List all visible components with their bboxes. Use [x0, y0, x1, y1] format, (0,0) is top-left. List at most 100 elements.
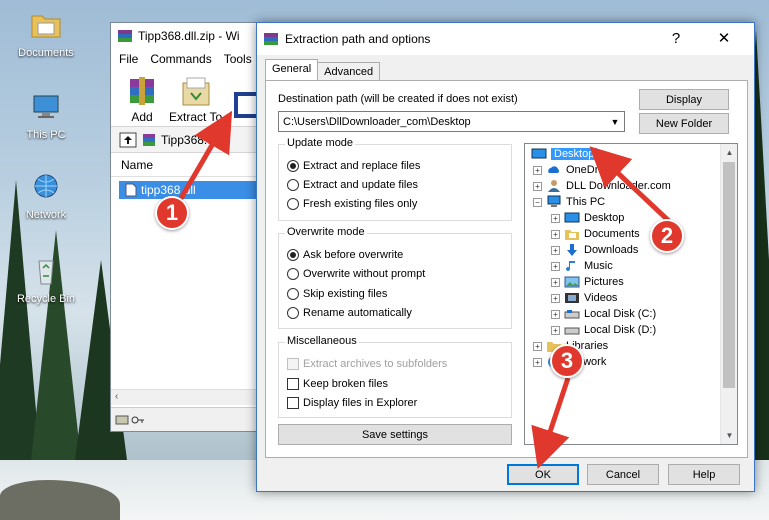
radio-ask-before-overwrite[interactable]: Ask before overwrite [287, 249, 403, 261]
option-label: Display files in Explorer [303, 397, 418, 409]
tab-general[interactable]: General [265, 59, 319, 81]
destination-path-label: Destination path (will be created if doe… [278, 93, 518, 105]
tree-item-documents[interactable]: + Documents [551, 226, 640, 242]
display-button[interactable]: Display [639, 89, 729, 110]
cancel-button[interactable]: Cancel [587, 464, 659, 485]
radio-skip-existing[interactable]: Skip existing files [287, 288, 387, 300]
tree-item-onedrive[interactable]: + OneDrive [533, 162, 612, 178]
tab-advanced[interactable]: Advanced [317, 62, 381, 81]
destination-path-input[interactable]: C:\Users\DllDownloader_com\Desktop ▼ [278, 111, 625, 132]
collapse-icon[interactable]: − [533, 197, 542, 207]
radio-overwrite-without-prompt[interactable]: Overwrite without prompt [287, 268, 425, 280]
tree-item-desktop[interactable]: Desktop [531, 146, 598, 162]
tree-vertical-scrollbar[interactable]: ▲ ▼ [720, 144, 737, 444]
desktop-icon-network[interactable]: Network [8, 172, 84, 221]
checkbox-icon [287, 358, 299, 370]
desktop-icon [531, 148, 547, 159]
expand-icon[interactable]: + [533, 357, 542, 367]
tree-item-local-disk-d[interactable]: + Local Disk (D:) [551, 322, 656, 338]
expand-icon[interactable]: + [533, 181, 542, 191]
tree-label: This PC [566, 196, 606, 208]
tree-item-user[interactable]: + DLL Downloader.com [533, 178, 671, 194]
radio-icon [287, 288, 299, 300]
file-icon [125, 183, 137, 197]
add-button[interactable]: Add [123, 75, 161, 126]
file-name: tipp368.dll [141, 183, 196, 197]
scroll-down-icon[interactable]: ▼ [721, 427, 737, 444]
expand-icon[interactable]: + [551, 325, 560, 335]
expand-icon[interactable]: + [551, 293, 560, 303]
tree-label: Documents [584, 228, 640, 240]
tree-label: OneDrive [566, 164, 613, 176]
cloud-icon [548, 166, 559, 173]
chevron-down-icon[interactable]: ▼ [606, 112, 624, 131]
drive-key-icon [115, 415, 144, 425]
column-header-name[interactable]: Name [111, 153, 269, 177]
dialog-tabs: General Advanced [265, 59, 381, 81]
menu-file[interactable]: File [119, 52, 138, 66]
extract-to-button[interactable]: Extract To [169, 75, 222, 126]
check-keep-broken-files[interactable]: Keep broken files [287, 378, 388, 390]
tree-label: Local Disk (D:) [584, 324, 657, 336]
expand-icon[interactable]: + [551, 213, 560, 223]
videos-icon [565, 293, 579, 303]
radio-selected-icon [287, 249, 299, 261]
desktop-icon-recycle-bin[interactable]: Recycle Bin [8, 256, 84, 305]
recycle-bin-icon [38, 260, 54, 285]
scroll-thumb[interactable] [723, 162, 735, 388]
up-folder-icon[interactable] [119, 132, 137, 148]
menu-tools[interactable]: Tools [224, 52, 252, 66]
drive-icon [564, 327, 580, 335]
expand-icon[interactable]: + [551, 229, 560, 239]
desktop-icon-this-pc[interactable]: This PC [8, 92, 84, 141]
close-icon: ✕ [717, 30, 731, 47]
expand-icon[interactable]: + [551, 261, 560, 271]
new-folder-button[interactable]: New Folder [639, 113, 729, 134]
step-3-badge: 3 [550, 344, 584, 378]
expand-icon[interactable]: + [533, 165, 542, 175]
tree-label: Local Disk (C:) [584, 308, 657, 320]
close-button[interactable]: ✕ [702, 23, 746, 53]
expand-icon[interactable]: + [533, 341, 542, 351]
winrar-app-icon [264, 33, 278, 45]
radio-rename-automatically[interactable]: Rename automatically [287, 307, 412, 319]
winrar-pathbar: Tipp368.dll [111, 127, 269, 153]
miscellaneous-title: Miscellaneous [285, 335, 359, 347]
scroll-up-icon[interactable]: ▲ [721, 144, 737, 161]
tree-item-music[interactable]: + Music [551, 258, 613, 274]
help-icon: ? [671, 29, 681, 47]
tree-item-this-pc[interactable]: − This PC [533, 194, 605, 210]
help-title-button[interactable]: ? [654, 23, 698, 53]
download-icon [567, 244, 577, 256]
save-settings-button[interactable]: Save settings [278, 424, 512, 445]
option-label: Fresh existing files only [303, 198, 418, 210]
tree-item-local-disk-c[interactable]: + Local Disk (C:) [551, 306, 656, 322]
desktop-icon-label: Recycle Bin [16, 293, 76, 305]
tree-item-pictures[interactable]: + Pictures [551, 274, 624, 290]
file-row-selected[interactable]: tipp368.dll [119, 181, 269, 199]
scroll-left-icon[interactable]: ‹ [115, 391, 118, 402]
expand-icon[interactable]: + [551, 277, 560, 287]
tree-item-videos[interactable]: + Videos [551, 290, 617, 306]
computer-icon [33, 95, 59, 118]
overwrite-mode-group: Overwrite mode Ask before overwrite Over… [278, 226, 512, 329]
check-extract-to-subfolders: Extract archives to subfolders [287, 358, 447, 370]
help-button[interactable]: Help [668, 464, 740, 485]
desktop-icon-documents[interactable]: Documents [8, 10, 84, 59]
radio-fresh-existing[interactable]: Fresh existing files only [287, 198, 417, 210]
add-label: Add [131, 110, 153, 124]
horizontal-scrollbar[interactable]: ‹ [111, 389, 271, 405]
check-display-in-explorer[interactable]: Display files in Explorer [287, 397, 417, 409]
expand-icon[interactable]: + [551, 309, 560, 319]
radio-extract-replace[interactable]: Extract and replace files [287, 160, 420, 172]
tree-item-pc-desktop[interactable]: + Desktop [551, 210, 624, 226]
menu-commands[interactable]: Commands [150, 52, 211, 66]
destination-path-value: C:\Users\DllDownloader_com\Desktop [283, 115, 471, 128]
folder-tree[interactable]: Desktop + OneDrive + DLL Downloader.com … [524, 143, 738, 445]
general-panel: Destination path (will be created if doe… [265, 80, 748, 458]
network-icon [34, 174, 58, 198]
radio-extract-update[interactable]: Extract and update files [287, 179, 418, 191]
tree-item-downloads[interactable]: + Downloads [551, 242, 638, 258]
ok-button[interactable]: OK [507, 464, 579, 485]
expand-icon[interactable]: + [551, 245, 560, 255]
